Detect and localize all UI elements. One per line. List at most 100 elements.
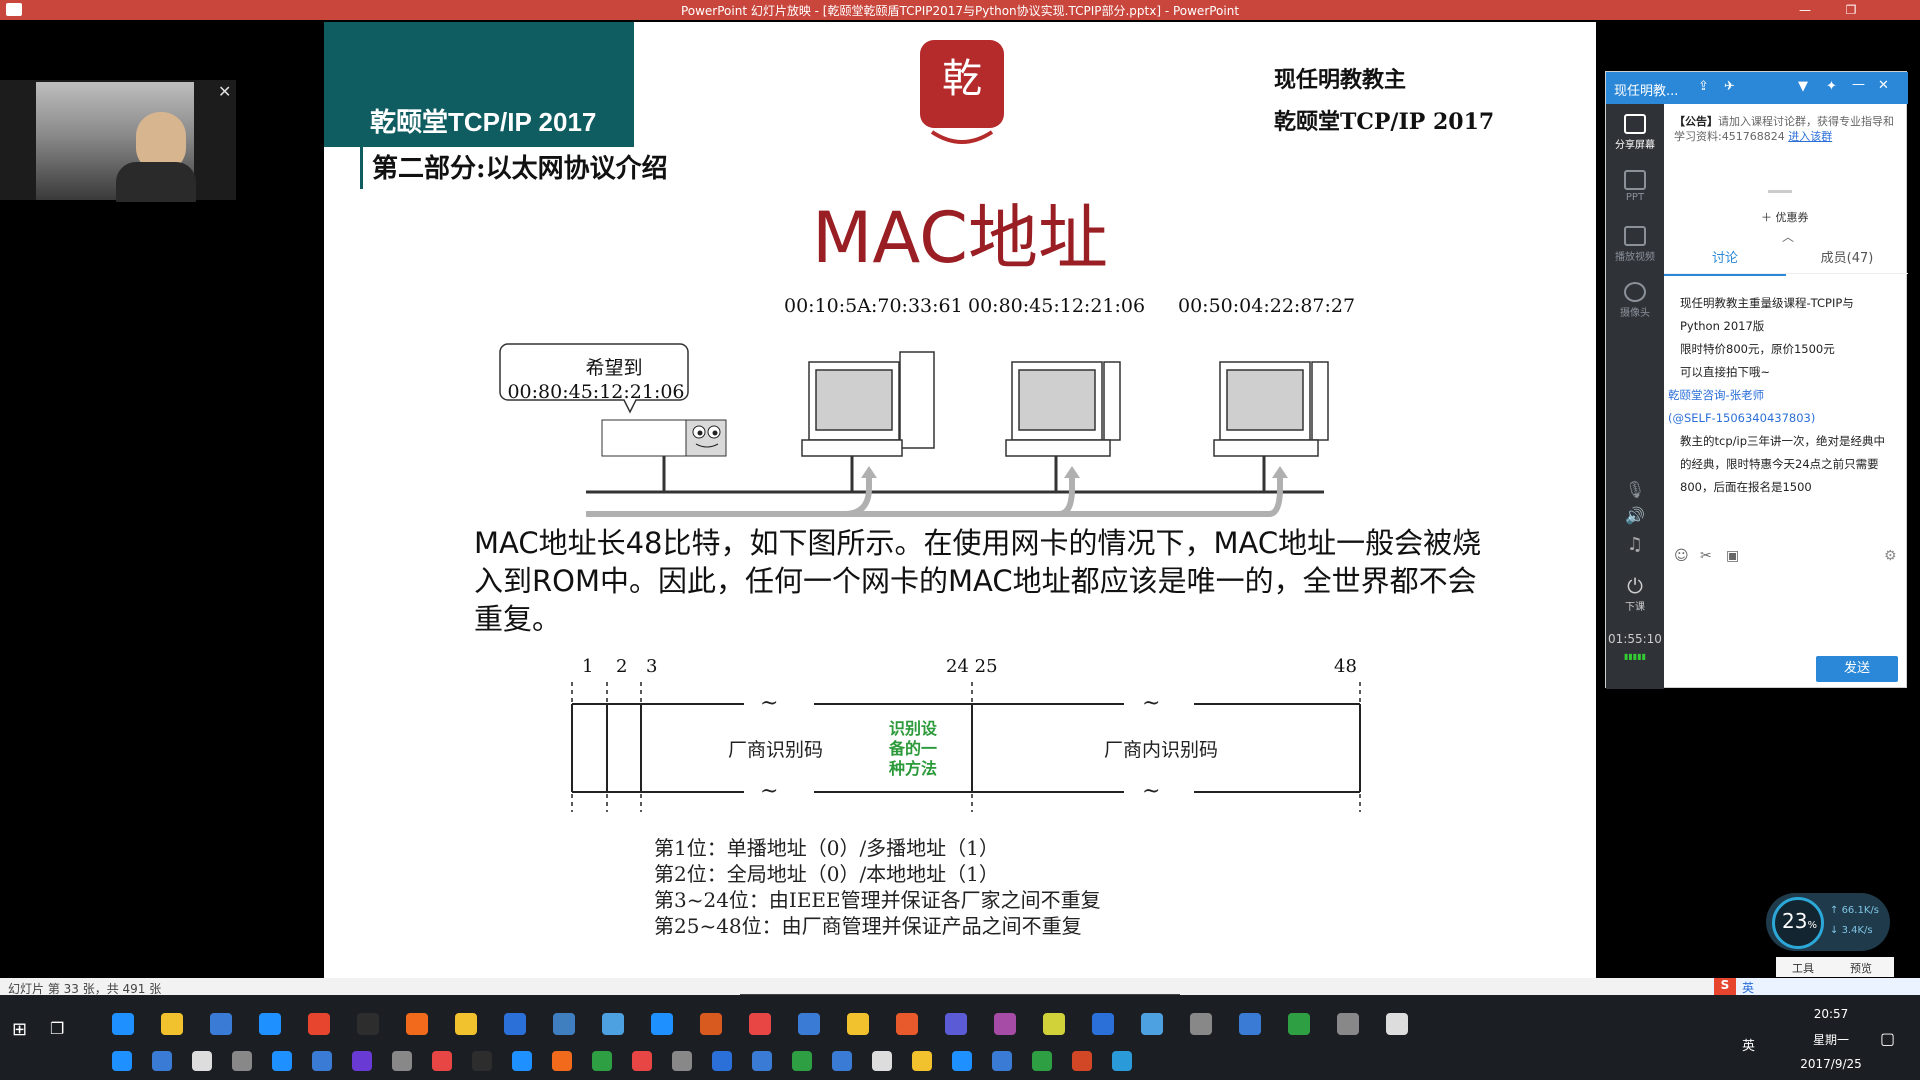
taskbar-app-icon[interactable]: [749, 1013, 771, 1035]
taskbar-app-icon[interactable]: [1288, 1013, 1310, 1035]
quicklaunch-icon[interactable]: [752, 1051, 772, 1071]
quicklaunch-icon[interactable]: [1112, 1051, 1132, 1071]
taskbar-app-icon[interactable]: [357, 1013, 379, 1035]
settings-icon[interactable]: ⚙: [1884, 548, 1897, 564]
quicklaunch-icon[interactable]: [312, 1051, 332, 1071]
close-icon[interactable]: ✕: [218, 82, 231, 101]
taskbar-app-icon[interactable]: [210, 1013, 232, 1035]
music-icon[interactable]: ♫: [1606, 534, 1664, 555]
emoji-icon[interactable]: ☺: [1674, 548, 1689, 564]
task-view-icon[interactable]: ❐: [50, 1019, 64, 1038]
svg-text:~: ~: [1142, 691, 1160, 716]
taskbar-app-icon[interactable]: [1141, 1013, 1163, 1035]
minimize-icon[interactable]: —: [1852, 77, 1865, 92]
quicklaunch-icon[interactable]: [912, 1051, 932, 1071]
quicklaunch-icon[interactable]: [352, 1051, 372, 1071]
tab-preview[interactable]: 预览: [1850, 960, 1872, 976]
tab-tools[interactable]: 工具: [1792, 960, 1814, 976]
taskbar-app-icon[interactable]: [504, 1013, 526, 1035]
send-button[interactable]: 发送: [1816, 656, 1898, 682]
notification-icon[interactable]: ▢: [1880, 1029, 1895, 1048]
scissors-icon[interactable]: ✂: [1700, 548, 1712, 564]
taskbar-app-icon[interactable]: [1337, 1013, 1359, 1035]
speaker-icon[interactable]: 🔊: [1606, 506, 1664, 525]
vendor-field-label: 厂商识别码: [728, 739, 823, 761]
taskbar-app-icon[interactable]: [455, 1013, 477, 1035]
taskbar-app-icon[interactable]: [1239, 1013, 1261, 1035]
quicklaunch-icon[interactable]: [952, 1051, 972, 1071]
quicklaunch-icon[interactable]: [1072, 1051, 1092, 1071]
quicklaunch-icon[interactable]: [472, 1051, 492, 1071]
quicklaunch-icon[interactable]: [1032, 1051, 1052, 1071]
taskbar-app-icon[interactable]: [994, 1013, 1016, 1035]
leave-class-button[interactable]: ⏻ 下课: [1606, 574, 1664, 613]
image-icon[interactable]: ▣: [1726, 548, 1739, 564]
panel-sidebar: 分享屏幕 PPT 播放视频 摄像头 🎙 🔊 ♫ ⏻ 下课 01:55:10 ▮▮▮…: [1606, 104, 1664, 689]
share-screen-button[interactable]: 分享屏幕: [1606, 114, 1664, 151]
quicklaunch-icon[interactable]: [552, 1051, 572, 1071]
taskbar-app-icon[interactable]: [847, 1013, 869, 1035]
restore-button[interactable]: ❐: [1836, 1, 1866, 19]
body-paragraph: MAC地址长48比特，如下图所示。在使用网卡的情况下，MAC地址一般会被烧入到R…: [474, 526, 1482, 636]
quicklaunch-icon[interactable]: [392, 1051, 412, 1071]
taskbar-app-icon[interactable]: [1043, 1013, 1065, 1035]
play-video-button[interactable]: 播放视频: [1606, 226, 1664, 263]
ppt-button[interactable]: PPT: [1606, 170, 1664, 203]
close-icon[interactable]: ✕: [1878, 78, 1889, 93]
camera-button[interactable]: 摄像头: [1606, 282, 1664, 319]
taskbar-app-icon[interactable]: [896, 1013, 918, 1035]
taskbar-app-icon[interactable]: [651, 1013, 673, 1035]
ime-mode[interactable]: 英: [1742, 979, 1754, 996]
pin-icon[interactable]: ✦: [1826, 79, 1837, 94]
taskbar-app-icon[interactable]: [1092, 1013, 1114, 1035]
chat-sender[interactable]: 乾颐堂咨询-张老师: [1668, 384, 1892, 407]
quicklaunch-icon[interactable]: [512, 1051, 532, 1071]
sogou-icon[interactable]: S: [1714, 978, 1736, 996]
ppt-icon: [1624, 170, 1646, 190]
quicklaunch-icon[interactable]: [592, 1051, 612, 1071]
quicklaunch-icon[interactable]: [992, 1051, 1012, 1071]
collapse-icon[interactable]: ︿: [1782, 228, 1794, 245]
taskbar-app-icon[interactable]: [112, 1013, 134, 1035]
tab-members[interactable]: 成员(47): [1786, 244, 1908, 274]
taskbar-app-icon[interactable]: [945, 1013, 967, 1035]
quicklaunch-icon[interactable]: [712, 1051, 732, 1071]
taskbar-app-icon[interactable]: [308, 1013, 330, 1035]
join-group-link[interactable]: 进入该群: [1788, 130, 1832, 143]
taskbar-app-icon[interactable]: [161, 1013, 183, 1035]
quicklaunch-icon[interactable]: [792, 1051, 812, 1071]
quicklaunch-icon[interactable]: [632, 1051, 652, 1071]
taskbar-app-icon[interactable]: [1190, 1013, 1212, 1035]
taskbar-app-icon[interactable]: [700, 1013, 722, 1035]
send-icon[interactable]: ✈: [1724, 79, 1735, 94]
bit-label: 3: [646, 656, 657, 677]
taskbar-app-icon[interactable]: [602, 1013, 624, 1035]
taskbar-app-icon[interactable]: [1386, 1013, 1408, 1035]
quicklaunch-icon[interactable]: [872, 1051, 892, 1071]
taskbar-app-icon[interactable]: [406, 1013, 428, 1035]
taskbar-app-icon[interactable]: [259, 1013, 281, 1035]
quicklaunch-icon[interactable]: [832, 1051, 852, 1071]
taskbar-app-icon[interactable]: [798, 1013, 820, 1035]
minimize-button[interactable]: —: [1790, 1, 1820, 19]
quicklaunch-icon[interactable]: [112, 1051, 132, 1071]
tab-discussion[interactable]: 讨论: [1664, 244, 1786, 276]
network-speed-widget[interactable]: 23% ↑ 66.1K/s ↓ 3.4K/s: [1766, 893, 1890, 951]
taskbar-app-icon[interactable]: [553, 1013, 575, 1035]
quicklaunch-icon[interactable]: [672, 1051, 692, 1071]
tray-ime[interactable]: 英: [1742, 1035, 1755, 1054]
tray-weekday: 星期一: [1812, 1033, 1849, 1047]
windows-start-icon[interactable]: ⊞: [12, 1019, 27, 1040]
quicklaunch-icon[interactable]: [432, 1051, 452, 1071]
dropdown-icon[interactable]: ▼: [1798, 79, 1808, 94]
quicklaunch-icon[interactable]: [152, 1051, 172, 1071]
field-note: 种方法: [888, 759, 937, 778]
quicklaunch-icon[interactable]: [192, 1051, 212, 1071]
share-icon[interactable]: ⇪: [1698, 79, 1709, 94]
tray-time[interactable]: 20:57: [1776, 1007, 1886, 1021]
coupon-button[interactable]: ＋ 优惠券: [1761, 209, 1809, 225]
quicklaunch-icon[interactable]: [272, 1051, 292, 1071]
quicklaunch-icon[interactable]: [232, 1051, 252, 1071]
mic-icon[interactable]: 🎙: [1606, 480, 1664, 499]
ime-toolbar[interactable]: S 英: [1712, 978, 1920, 996]
